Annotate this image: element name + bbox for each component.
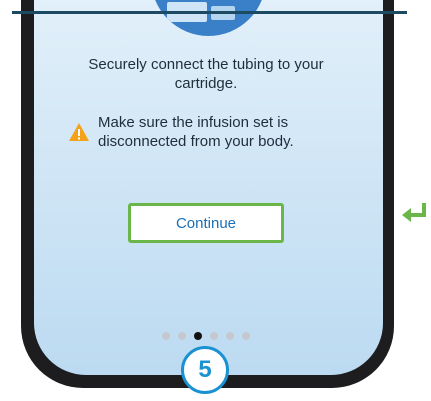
top-divider [12,11,407,14]
warning-text: Make sure the infusion set is disconnect… [98,114,294,150]
warning-message: Make sure the infusion set is disconnect… [68,113,358,151]
pagination-dot[interactable] [210,332,218,340]
return-arrow-icon [402,203,426,222]
pagination-dot[interactable] [162,332,170,340]
pagination-dot-active[interactable] [194,332,202,340]
pagination-dot[interactable] [242,332,250,340]
warning-triangle-icon [69,123,89,141]
step-number-badge: 5 [181,346,229,394]
continue-button[interactable]: Continue [128,203,284,243]
instruction-text: Securely connect the tubing to your cart… [88,56,324,92]
pagination-dot[interactable] [226,332,234,340]
tutorial-stage: Securely connect the tubing to your cart… [0,0,431,401]
pagination-dots [162,332,250,340]
pagination-dot[interactable] [178,332,186,340]
